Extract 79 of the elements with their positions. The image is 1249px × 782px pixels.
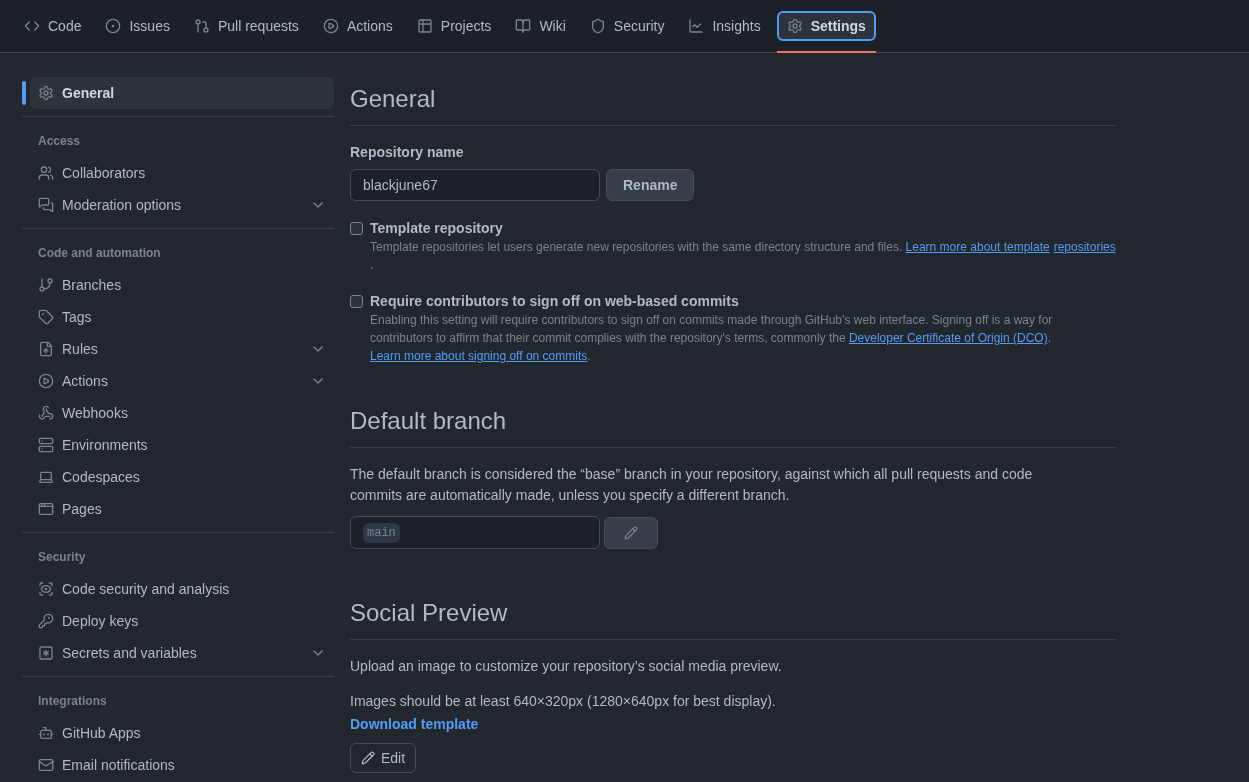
section-title: General [350,81,1117,126]
sidebar-item[interactable]: Collaborators [30,157,334,189]
nav-tab[interactable]: Actions [314,11,401,41]
learn-more-link[interactable]: Learn more about template [905,238,1050,256]
sidebar-heading: Access [37,133,82,150]
sidebar-heading: Integrations [37,693,108,710]
nav-tab[interactable]: Projects [408,11,500,41]
book-icon [515,18,532,34]
sidebar-item[interactable]: Branches [30,269,334,301]
learn-more-link[interactable]: repositories [1053,238,1116,256]
checkbox[interactable] [350,222,363,235]
sidebar-item[interactable]: Environments [30,429,334,461]
nav-tab[interactable]: Pull requests [185,11,307,41]
checkbox[interactable] [350,295,363,308]
section-description: Images should be at least 640×320px (1280×640px for best display). [350,692,777,711]
branch-name: main [363,522,400,543]
play-icon [38,373,54,389]
learn-more-link[interactable]: Developer Certificate of Origin (DCO) [848,329,1048,347]
code-icon [24,18,40,34]
sidebar-heading: Code and automation [37,245,162,262]
people-icon [38,165,54,181]
nav-tab[interactable]: Insights [680,11,769,41]
key-icon [38,613,54,629]
issue-icon [105,18,122,34]
section-title: Default branch [350,403,1117,448]
section-description: Upload an image to customize your repository’s social media preview. [350,657,783,676]
option-description: Enabling this setting will require contributors to sign off on commits made through GitHub’s web interface. Signing off is a way for contributors to affirm that their commit complies with the repository's terms, commonly the Developer Certificate of Origin (DCO). Learn more about signing off on commits. [370,312,1054,365]
settings-icon [38,85,54,101]
field-label: Repository name [350,143,465,162]
sidebar-item[interactable]: Tags [30,301,334,333]
settings-icon [786,18,803,34]
branch-icon [38,277,54,293]
server-icon [38,437,54,453]
nav-tab[interactable]: Code [16,11,90,41]
repository-name-input[interactable]: blackjune67 [350,169,600,201]
sidebar-item[interactable]: Secrets and variables [30,637,334,669]
sidebar-item[interactable]: Codespaces [30,461,334,493]
pull-request-icon [193,18,210,34]
rename-button[interactable]: Rename [606,169,695,201]
edit-button[interactable]: Edit [350,743,417,773]
sidebar-item[interactable]: Email notifications [30,749,334,781]
shield-icon [589,18,606,34]
sidebar-item[interactable]: Pages [30,493,334,525]
table-icon [416,18,433,34]
sidebar-item[interactable]: Moderation options [30,189,334,221]
section-description: The default branch is considered the “base” branch in your repository, against which all pull requests and code commits are automatically made, unless you specify a different branch. [350,465,1034,505]
graph-icon [688,18,705,34]
sidebar-item[interactable]: Rules [30,333,334,365]
nav-tab[interactable]: Settings [776,11,876,41]
nav-tab[interactable]: Wiki [507,11,574,41]
webhook-icon [38,405,54,421]
mail-icon [38,757,54,773]
download-template-link[interactable]: Download template [350,714,479,735]
sidebar-item[interactable]: Code security and analysis [30,573,334,605]
sidebar-item[interactable]: Deploy keys [30,605,334,637]
option-description: Template repositories let users generate new repositories with the same directory structure and files. Learn more about template repositories . [370,238,1117,274]
rules-icon [38,341,54,357]
pencil-icon [624,525,638,540]
tag-icon [38,309,54,325]
section-title: Social Preview [350,595,1117,640]
option-label: Require contributors to sign off on web-based commits [370,292,740,310]
selected-indicator [22,81,26,105]
nav-tab[interactable]: Security [581,11,673,41]
edit-branch-button[interactable] [604,516,658,549]
bot-icon [38,725,54,741]
sidebar-item[interactable]: Webhooks [30,397,334,429]
play-icon [322,18,339,34]
window-icon [38,501,54,517]
sidebar-item[interactable]: General [30,77,334,109]
sidebar-item[interactable]: GitHub Apps [30,717,334,749]
nav-tab[interactable]: Issues [97,11,178,41]
pencil-icon [361,751,375,765]
comments-icon [38,197,54,213]
laptop-icon [38,469,54,485]
sidebar-item[interactable]: Actions [30,365,334,397]
scan-icon [38,581,54,597]
asterisk-icon [38,645,54,661]
sidebar-heading: Security [37,549,87,566]
option-label: Template repository [370,219,504,237]
